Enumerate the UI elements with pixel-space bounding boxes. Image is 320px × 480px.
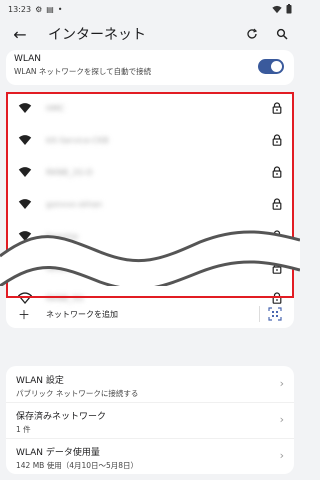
toggle-knob [271, 61, 282, 72]
dot-icon: • [57, 4, 63, 14]
chevron-right-icon: › [279, 377, 284, 390]
settings-subtitle: 142 MB 使用（4月10日〜5月8日） [16, 461, 139, 470]
settings-title: 保存済みネットワーク [16, 412, 107, 422]
wlan-settings-row[interactable]: WLAN 設定 パブリック ネットワークに接続する › [6, 366, 294, 402]
gear-icon: ⚙ [35, 4, 43, 14]
omission-wave [0, 230, 300, 286]
lock-icon [272, 134, 282, 146]
status-time: 13:23 [8, 4, 32, 14]
network-ssid: gonvvo-skhan [46, 199, 103, 209]
lock-icon [272, 102, 282, 114]
wifi-icon [272, 5, 282, 13]
add-network-label: ネットワークを追加 [46, 309, 118, 319]
saved-networks-row[interactable]: 保存済みネットワーク 1 件 › [6, 402, 294, 438]
network-ssid: HMC [46, 103, 65, 113]
back-arrow-icon[interactable]: ← [8, 22, 32, 46]
status-bar: 13:23 ⚙ ▤ • [0, 0, 300, 18]
divider [259, 306, 260, 322]
settings-subtitle: パブリック ネットワークに接続する [16, 389, 139, 398]
app-bar: ← インターネット [0, 18, 300, 50]
wlan-subtitle: WLAN ネットワークを探して自動で接続 [14, 67, 152, 76]
wlan-toggle-row[interactable]: WLAN WLAN ネットワークを探して自動で接続 [6, 50, 294, 85]
network-list: HMC ktt-Service-CKB RKNB_2G-D gonvvo-skhan f… [6, 92, 294, 328]
network-row[interactable]: RKNB_2G-D [6, 156, 294, 188]
network-row[interactable]: HMC [6, 92, 294, 124]
plus-icon: ＋ [18, 307, 31, 322]
network-ssid: RKNB_2G-D [46, 167, 93, 177]
network-row[interactable]: ktt-Service-CKB [6, 124, 294, 156]
wifi-signal-icon [18, 167, 32, 177]
settings-subtitle: 1 件 [16, 425, 31, 434]
search-icon[interactable] [272, 24, 292, 44]
battery-icon [286, 4, 292, 14]
wlan-toggle-switch[interactable] [258, 59, 284, 74]
add-network-row[interactable]: ＋ ネットワークを追加 [6, 300, 294, 328]
network-row[interactable]: gonvvo-skhan [6, 188, 294, 220]
wifi-signal-icon [18, 135, 32, 145]
chevron-right-icon: › [279, 449, 284, 462]
wlan-settings-card: WLAN 設定 パブリック ネットワークに接続する › 保存済みネットワーク 1… [6, 366, 294, 474]
page-title: インターネット [48, 27, 146, 43]
qr-scan-icon[interactable] [268, 307, 282, 321]
lock-icon [272, 166, 282, 178]
network-ssid: ktt-Service-CKB [46, 135, 109, 145]
refresh-wifi-icon[interactable] [242, 24, 262, 44]
settings-title: WLAN 設定 [16, 376, 64, 386]
chevron-right-icon: › [279, 413, 284, 426]
wifi-signal-icon [18, 103, 32, 113]
wlan-title: WLAN [14, 54, 42, 64]
wifi-signal-icon [18, 199, 32, 209]
wlan-data-usage-row[interactable]: WLAN データ使用量 142 MB 使用（4月10日〜5月8日） › [6, 438, 294, 474]
settings-title: WLAN データ使用量 [16, 448, 100, 458]
lock-icon [272, 198, 282, 210]
sim-icon: ▤ [46, 4, 54, 14]
